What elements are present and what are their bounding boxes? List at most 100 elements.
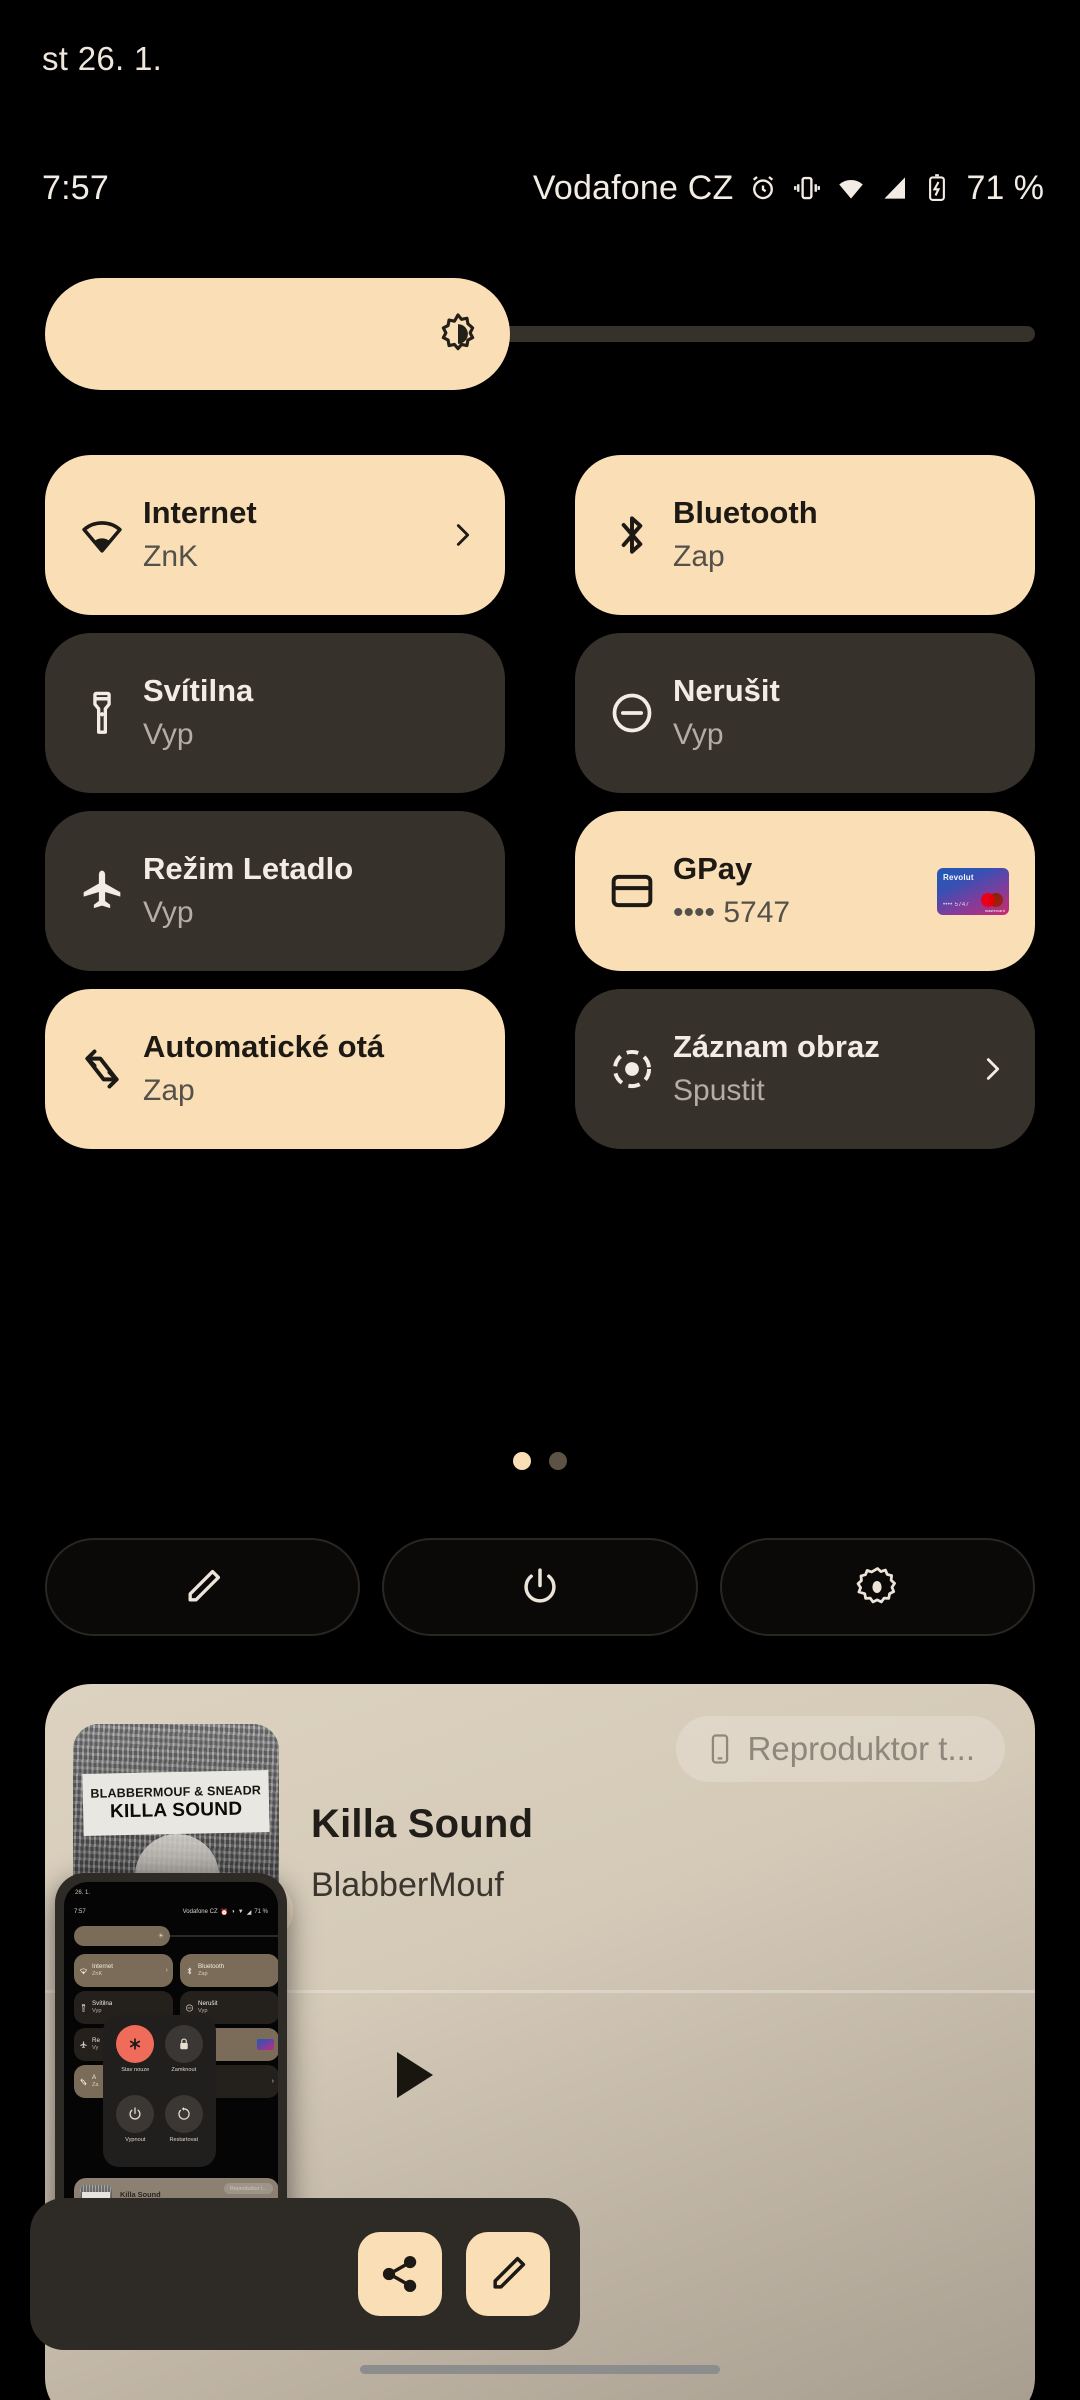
date-row: st 26. 1. <box>42 40 162 78</box>
quick-tile-internet[interactable]: Internet ZnK <box>45 455 505 615</box>
quick-settings-screen: st 26. 1. 7:57 Vodafone CZ 71 % Internet… <box>0 0 1080 2400</box>
battery-percent-label: 71 % <box>966 168 1045 207</box>
emergency-icon <box>116 2025 155 2063</box>
vibrate-icon <box>792 173 822 203</box>
payment-card-thumbnail: Revolut •••• 5747 mastercard <box>937 867 1009 915</box>
do-not-disturb-icon <box>185 2003 194 2013</box>
quick-tile-text: Nerušit Vyp <box>663 672 1009 754</box>
status-clock: 7:57 <box>42 168 109 207</box>
preview-battery-percent: 71 % <box>254 1909 268 1915</box>
power-icon <box>518 1565 562 1609</box>
preview-tile-subtitle: ZnK <box>92 1970 103 1977</box>
signal-icon <box>880 173 910 203</box>
preview-payment-card <box>257 2039 274 2050</box>
date-label: st 26. 1. <box>42 40 163 77</box>
bluetooth-icon <box>185 1966 194 1976</box>
settings-button[interactable] <box>719 1538 1035 1636</box>
preview-tile-title: Re <box>92 2037 100 2045</box>
mastercard-label: mastercard <box>985 908 1005 913</box>
preview-tile-title: Bluetooth <box>198 1963 225 1971</box>
power-icon <box>116 2095 155 2133</box>
quick-tile-subtitle: Spustit <box>673 1073 765 1107</box>
power-button[interactable] <box>382 1538 698 1636</box>
nav-handle <box>360 2365 720 2374</box>
preview-tile-1: Internet ZnK › <box>74 1954 173 1987</box>
media-artist: BlabberMouf <box>311 1866 504 1904</box>
carrier-label: Vodafone CZ <box>532 168 734 207</box>
quick-tile-text: Režim Letadlo Vyp <box>133 850 479 932</box>
quick-tile-re-im-letadlo[interactable]: Režim Letadlo Vyp <box>45 811 505 971</box>
edit-screenshot-button[interactable] <box>466 2232 550 2316</box>
share-screenshot-button[interactable] <box>358 2232 442 2316</box>
preview-tile-subtitle: Vy <box>92 2044 99 2051</box>
preview-signal-icon: ◢ <box>246 1909 252 1916</box>
album-art-line2: KILLA SOUND <box>109 1798 243 1822</box>
phone-speaker-icon <box>706 1732 734 1766</box>
quick-tile-gpay[interactable]: GPay •••• 5747 Revolut •••• 5747 mastercard <box>575 811 1035 971</box>
status-bar: 7:57 Vodafone CZ 71 % <box>0 158 1080 218</box>
bluetooth-icon <box>601 510 663 560</box>
page-dot-1[interactable] <box>513 1452 531 1470</box>
preview-tile-text: Bluetooth Zap <box>198 1963 224 1978</box>
credit-card-icon <box>601 866 663 916</box>
card-number-label: •••• 5747 <box>943 901 970 908</box>
preview-tile-text: Internet ZnK <box>92 1963 113 1978</box>
quick-tile-text: GPay •••• 5747 <box>663 850 929 932</box>
screenshot-action-bar <box>30 2198 580 2350</box>
quick-tile-text: Bluetooth Zap <box>663 494 1009 576</box>
preview-power-menu-label: Stav nouze <box>121 2067 150 2073</box>
preview-chevron-right-icon: › <box>165 1967 168 1974</box>
quick-tile-title: Internet <box>143 495 257 531</box>
preview-power-menu-label: Restartovat <box>169 2137 199 2143</box>
edit-tiles-button[interactable] <box>45 1538 361 1636</box>
preview-chevron-right-icon: › <box>271 2078 274 2085</box>
media-output-chip[interactable]: Reproduktor t... <box>675 1716 1005 1782</box>
quick-tile-sv-tilna[interactable]: Svítilna Vyp <box>45 633 505 793</box>
brightness-fill <box>45 278 511 390</box>
quick-tile-bluetooth[interactable]: Bluetooth Zap <box>575 455 1035 615</box>
page-dot-2[interactable] <box>549 1452 567 1470</box>
screen-record-icon <box>601 1044 663 1094</box>
quick-tile-subtitle: Zap <box>143 1073 195 1107</box>
preview-status-bar: 7:57 Vodafone CZ ⏰ ◑ ▼ ◢ 71 % <box>64 1906 278 1918</box>
share-icon <box>378 2252 422 2296</box>
quick-tile-title: Režim Letadlo <box>143 851 354 887</box>
chevron-right-icon[interactable] <box>975 1052 1009 1086</box>
lock-icon <box>164 2025 203 2063</box>
quick-tile-automatick-ot[interactable]: Automatické otá Zap <box>45 989 505 1149</box>
quick-tile-text: Internet ZnK <box>133 494 445 576</box>
preview-tile-text: Re Vy <box>92 2037 100 2052</box>
preview-media-output: Reproduktor t... <box>223 2183 273 2194</box>
quick-tile-neru-it[interactable]: Nerušit Vyp <box>575 633 1035 793</box>
preview-alarm-icon: ⏰ <box>220 1909 229 1916</box>
pencil-icon <box>181 1565 225 1609</box>
brightness-slider[interactable] <box>45 278 1035 390</box>
preview-wifi-icon: ▼ <box>237 1909 244 1915</box>
preview-brightness-fill: ☀ <box>74 1926 170 1946</box>
preview-power-menu: Stav nouze Zamknout Vypnout Restartovat <box>103 2015 216 2167</box>
preview-power-menu-label: Zamknout <box>171 2067 197 2073</box>
quick-tile-title: Svítilna <box>143 673 254 709</box>
preview-carrier: Vodafone CZ <box>182 1909 218 1915</box>
auto-rotate-icon <box>71 1044 133 1094</box>
quick-settings-footer <box>45 1538 1035 1636</box>
quick-tile-subtitle: Vyp <box>673 717 724 751</box>
preview-tile-text: Svítilna Vyp <box>92 2000 112 2015</box>
preview-power-menu-item-3: Vypnout <box>116 2095 155 2157</box>
alarm-icon <box>748 173 778 203</box>
restart-icon <box>164 2095 203 2133</box>
quick-tile-subtitle: Zap <box>673 539 725 573</box>
preview-tile-subtitle: Vyp <box>92 2007 102 2014</box>
quick-tile-text: Záznam obraz Spustit <box>663 1028 975 1110</box>
quick-settings-tile-grid: Internet ZnK Bluetooth Zap Svítilna Vyp Neruši… <box>45 455 1035 1149</box>
quick-tile-z-znam-obraz[interactable]: Záznam obraz Spustit <box>575 989 1035 1149</box>
brightness-icon <box>436 312 480 356</box>
auto-rotate-icon <box>79 2077 88 2087</box>
chevron-right-icon[interactable] <box>445 518 479 552</box>
quick-tile-title: Záznam obraz <box>673 1029 880 1065</box>
play-icon[interactable] <box>397 2052 433 2098</box>
airplane-icon <box>71 866 133 916</box>
preview-clock: 7:57 <box>74 1909 86 1915</box>
mastercard-icon <box>981 892 1003 907</box>
preview-brightness-slider: ☀ <box>74 1926 278 1946</box>
